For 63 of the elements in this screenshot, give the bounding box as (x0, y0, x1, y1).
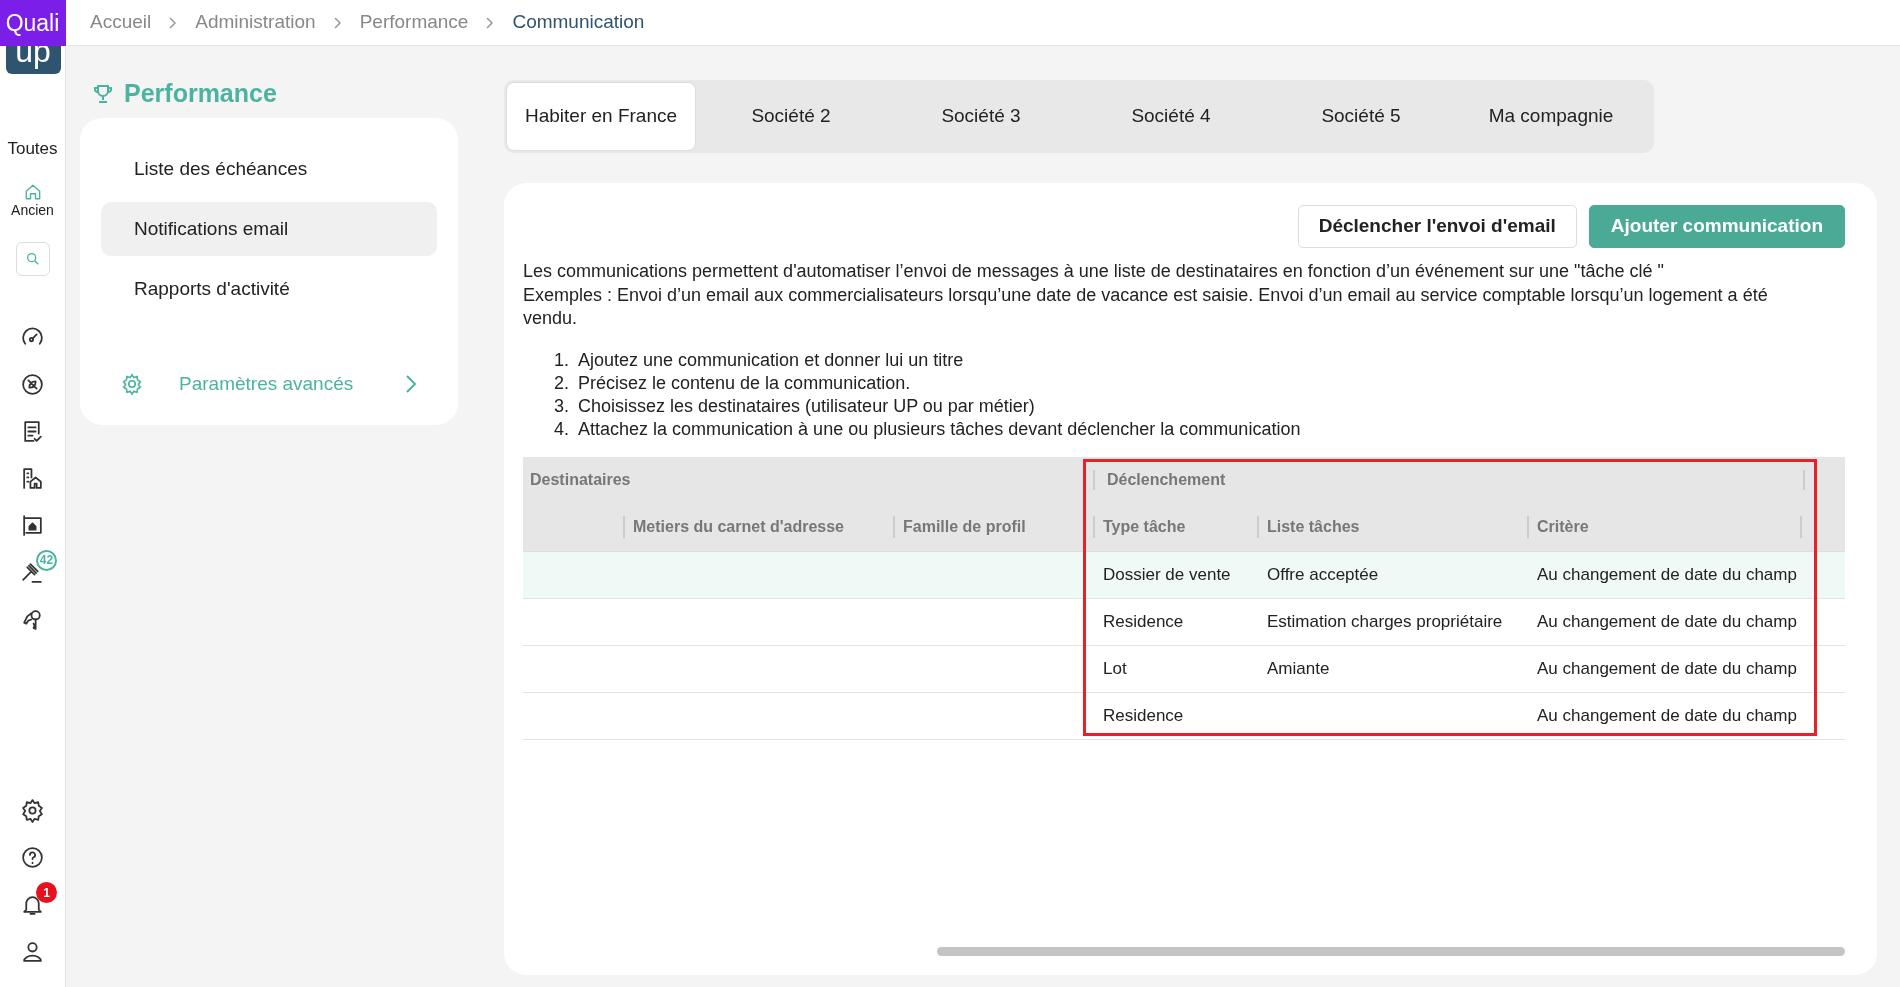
tab[interactable]: Société 4 (1076, 82, 1266, 151)
table-cell-text: Offre acceptée (1266, 563, 1380, 586)
step-text: Ajoutez une communication et donner lui un titre (578, 348, 964, 372)
count-badge: 42 (36, 549, 57, 571)
rail-item-label[interactable]: Ancien (11, 201, 54, 218)
help-icon[interactable] (20, 845, 45, 870)
table-cell-text: Amiante (1266, 657, 1331, 680)
table-cell-text: Au changement de date du champ (1536, 610, 1798, 633)
breadcrumb-link[interactable]: Communication (512, 8, 645, 37)
tab[interactable]: Société 3 (886, 82, 1076, 151)
column-header[interactable]: Metiers du carnet d'adresse (623, 516, 893, 538)
step-number: 1. (554, 348, 570, 372)
step-text: Précisez le contenu de la communication. (578, 371, 911, 395)
gear-icon (121, 373, 143, 395)
breadcrumb-link[interactable]: Administration (195, 8, 316, 37)
scrollbar[interactable] (937, 947, 1845, 956)
settings-icon[interactable] (20, 798, 45, 823)
chevron-right-icon (333, 16, 342, 29)
column-header[interactable]: Critère (1527, 516, 1800, 538)
trophy-icon (94, 84, 112, 104)
section-title: Performance (124, 78, 277, 110)
chevron-right-icon (405, 374, 417, 394)
column-header[interactable]: Type tâche (1093, 516, 1257, 538)
chevron-right-icon (486, 16, 495, 29)
compass-icon[interactable] (20, 371, 45, 397)
tab[interactable]: Ma compagnie (1456, 82, 1646, 151)
step-number: 2. (554, 371, 570, 395)
rail-label: Toutes (7, 138, 58, 160)
group-header: Déclenchement (1093, 470, 1805, 490)
step-text: Attachez la communication à une ou plusieurs tâches devant déclencher la communication (578, 417, 1301, 441)
tab[interactable]: Habiter en France (506, 82, 696, 151)
table-cell-text: Residence (1102, 610, 1185, 633)
menu-item[interactable]: Liste des échéances (101, 142, 437, 196)
description-text: Exemples : Envoi d’un email aux commercialisateurs lorsqu’une date de vacance est saisie. Envoi d’un email au service comptable lorsqu’un logement a été vendu. (523, 283, 1769, 330)
search-icon (24, 250, 41, 267)
table-row[interactable]: Dossier de vente Offre acceptée Au changement de date du champ (523, 551, 1845, 599)
chevron-right-icon (169, 16, 178, 29)
step-text: Choisissez les destinataires (utilisateur UP ou par métier) (578, 394, 1035, 418)
table-cell-text: Au changement de date du champ (1536, 563, 1798, 586)
buildings-icon[interactable] (20, 465, 45, 491)
column-header[interactable]: Famille de profil (893, 516, 1093, 538)
table-cell-text: Au changement de date du champ (1536, 704, 1798, 727)
user-icon[interactable] (20, 939, 45, 964)
logo-label: Quali (0, 0, 66, 46)
sign-icon[interactable] (20, 512, 45, 538)
step-number: 3. (554, 394, 570, 418)
table-cell-text: Estimation charges propriétaire (1266, 610, 1504, 633)
table-cell-text: Lot (1102, 657, 1128, 680)
group-header: Destinataires (529, 470, 632, 490)
tab[interactable]: Société 2 (696, 82, 886, 151)
step-number: 4. (554, 417, 570, 441)
menu-item[interactable]: Notifications email (101, 202, 437, 256)
table-cell-text: Dossier de vente (1102, 563, 1232, 586)
table-cell-text: Residence (1102, 704, 1185, 727)
column-header[interactable]: Liste tâches (1257, 516, 1527, 538)
description-text: Les communications permettent d'automatiser l’envoi de messages à une liste de destinataires en fonction d’un événement sur une "tâche clé " (523, 260, 1665, 283)
menu-item[interactable]: Rapports d'activité (101, 262, 437, 316)
trigger-button[interactable]: Déclencher l'envoi d'email (1297, 205, 1577, 248)
breadcrumb-link[interactable]: Accueil (90, 8, 152, 37)
tab[interactable]: Société 5 (1266, 82, 1456, 151)
count-badge: 1 (36, 882, 57, 903)
breadcrumb-link[interactable]: Performance (359, 8, 469, 37)
table-cell-text: Au changement de date du champ (1536, 657, 1798, 680)
